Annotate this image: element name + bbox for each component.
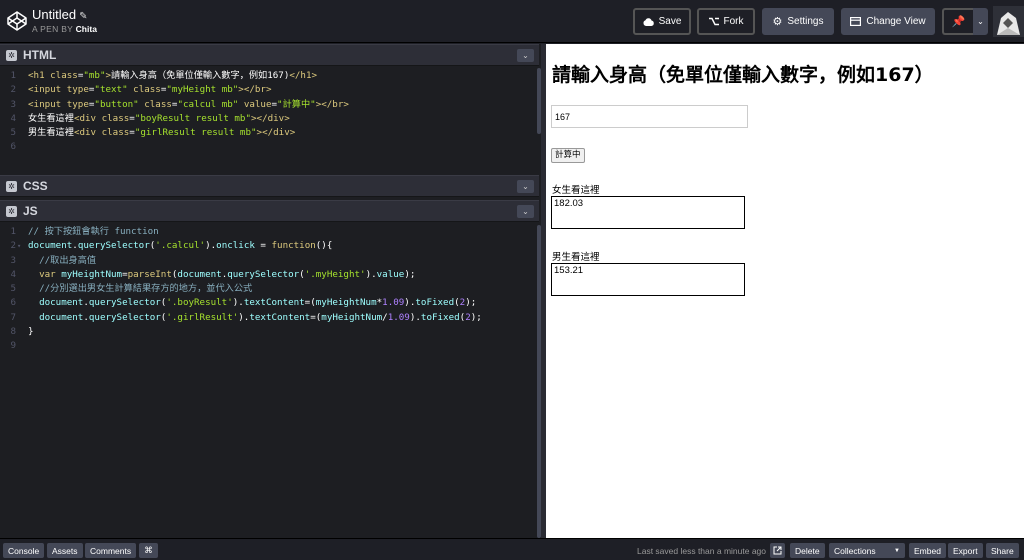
js-editor-title: JS	[23, 204, 38, 218]
pen-title[interactable]: Untitled ✎	[32, 7, 87, 22]
boy-result-box: 153.21	[551, 263, 745, 296]
line-number: 4	[10, 268, 16, 280]
html-settings-gear-icon[interactable]: ✲	[6, 50, 17, 61]
height-input[interactable]	[551, 105, 748, 128]
html-code-area[interactable]: 1 <h1 class="mb">請輸入身高（免單位僅輸入數字，例如167)</h…	[0, 69, 533, 174]
code-line: 1// 按下按鈕會執行 function	[0, 225, 533, 239]
line-number: 5	[10, 127, 16, 139]
cloud-icon	[643, 17, 654, 26]
author-name[interactable]: Chita	[76, 24, 97, 34]
code-line: 1 <h1 class="mb">請輸入身高（免單位僅輸入數字，例如167)</h…	[0, 69, 533, 83]
code-line: 5 //分別選出男女生計算結果存方的地方，並代入公式	[0, 282, 533, 296]
line-number: 5	[10, 283, 16, 295]
embed-button[interactable]: Embed	[909, 543, 946, 558]
boy-result-label: 男生看這裡	[552, 252, 600, 263]
line-number: 1	[10, 70, 16, 81]
collections-label: Collections	[834, 545, 876, 556]
keyboard-shortcuts-icon[interactable]: ⌘	[139, 543, 158, 558]
save-label: Save	[658, 16, 682, 27]
js-code-area[interactable]: 1// 按下按鈕會執行 function 2 ▾ document.querySel…	[0, 225, 533, 538]
code-line: 9	[0, 339, 533, 353]
code-line: 5 男生看這裡<div class="girlResult result mb">…	[0, 126, 533, 140]
gear-icon: ⚙	[772, 16, 783, 28]
avatar-image	[993, 6, 1024, 37]
share-button[interactable]: Share	[986, 543, 1019, 558]
pin-icon: 📌	[951, 16, 966, 28]
calculate-button[interactable]	[551, 148, 585, 163]
codepen-app: Untitled ✎ A PEN BY Chita Save Fork ⚙ Set…	[0, 0, 1024, 560]
delete-button[interactable]: Delete	[790, 543, 825, 558]
line-number: 2	[10, 84, 16, 96]
code-line: 6 document.querySelector('.boyResult').t…	[0, 296, 533, 310]
assets-button[interactable]: Assets	[47, 543, 83, 558]
preview-heading: 請輸入身高（免單位僅輸入數字，例如167）	[552, 64, 934, 86]
line-number: 2	[10, 240, 16, 252]
line-number: 4	[10, 112, 16, 124]
js-settings-gear-icon[interactable]: ✲	[6, 206, 17, 217]
pencil-edit-icon[interactable]: ✎	[79, 11, 87, 22]
collections-dropdown[interactable]: Collections ▼	[829, 543, 905, 558]
chevron-down-icon: ⌄	[977, 17, 984, 26]
line-number: 9	[10, 340, 16, 352]
settings-label: Settings	[787, 16, 824, 27]
settings-button[interactable]: ⚙ Settings	[762, 8, 834, 35]
js-editor-header[interactable]: ✲ JS ⌄	[0, 200, 539, 222]
line-number: 7	[10, 311, 16, 323]
code-line: 6	[0, 140, 533, 154]
footer-bar: Console Assets Comments ⌘ Last saved les…	[0, 538, 1024, 560]
html-editor-collapse-chevron-icon[interactable]: ⌄	[517, 49, 534, 62]
code-line: 2 <input type="text" class="myHeight mb">…	[0, 83, 533, 97]
code-line: 7 document.querySelector('.girlResult').…	[0, 311, 533, 325]
line-number: 3	[10, 98, 16, 110]
pin-dropdown-button[interactable]: ⌄	[973, 8, 988, 35]
css-settings-gear-icon[interactable]: ✲	[6, 181, 17, 192]
save-button[interactable]: Save	[633, 8, 691, 35]
line-number: 8	[10, 326, 16, 338]
line-number: 6	[10, 297, 16, 309]
top-header: Untitled ✎ A PEN BY Chita Save Fork ⚙ Set…	[0, 0, 1024, 43]
author-prefix: A PEN BY	[32, 24, 73, 34]
js-editor-collapse-chevron-icon[interactable]: ⌄	[517, 205, 534, 218]
line-number: 6	[10, 141, 16, 153]
css-editor-collapse-chevron-icon[interactable]: ⌄	[517, 180, 534, 193]
export-button[interactable]: Export	[948, 543, 983, 558]
caret-down-icon: ▼	[894, 547, 900, 554]
css-editor-header[interactable]: ✲ CSS ⌄	[0, 175, 539, 197]
html-editor-title: HTML	[23, 48, 57, 62]
comments-button[interactable]: Comments	[85, 543, 137, 558]
code-line: 4 var myHeightNum=parseInt(document.quer…	[0, 268, 533, 282]
code-line: 2 ▾ document.querySelector('.calcul').oncl…	[0, 239, 533, 253]
layout-icon	[850, 17, 862, 26]
external-link-icon	[773, 546, 782, 555]
line-number: 1	[10, 226, 16, 237]
fork-icon	[708, 17, 719, 26]
code-line: 8}	[0, 325, 533, 339]
girl-result-box: 182.03	[551, 196, 745, 229]
console-button[interactable]: Console	[3, 543, 45, 558]
pen-title-text[interactable]: Untitled	[32, 7, 76, 22]
girl-result-label: 女生看這裡	[552, 185, 600, 196]
change-view-label: Change View	[866, 16, 926, 27]
last-saved-text: Last saved less than a minute ago	[637, 546, 766, 556]
code-line: 3 <input type="button" class="calcul mb" …	[0, 98, 533, 112]
pin-button[interactable]: 📌	[942, 8, 973, 35]
open-external-icon[interactable]	[770, 543, 785, 558]
code-line: 4 女生看這裡<div class="boyResult result mb"><…	[0, 112, 533, 126]
change-view-button[interactable]: Change View	[841, 8, 935, 35]
editor-column: ✲ HTML ⌄ 1 <h1 class="mb">請輸入身高（免單位僅輸入數字，…	[0, 44, 541, 538]
line-number: 3	[10, 254, 16, 266]
css-editor-title: CSS	[23, 179, 48, 193]
fork-button[interactable]: Fork	[697, 8, 755, 35]
codepen-logo-icon[interactable]	[7, 11, 27, 31]
code-line: 3 //取出身高值	[0, 254, 533, 268]
preview-pane: 請輸入身高（免單位僅輸入數字，例如167） 女生看這裡 182.03 男生看這裡…	[546, 44, 1024, 538]
avatar[interactable]	[993, 6, 1024, 37]
pen-author: A PEN BY Chita	[32, 24, 97, 34]
html-editor-header[interactable]: ✲ HTML ⌄	[0, 44, 539, 66]
fork-label: Fork	[723, 16, 744, 27]
